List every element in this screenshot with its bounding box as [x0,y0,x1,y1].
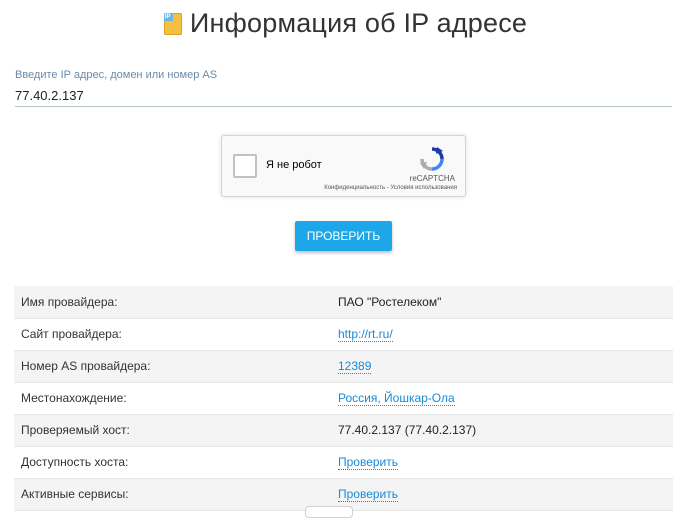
info-value-link[interactable]: 12389 [338,359,372,374]
info-value-link[interactable]: Россия, Йошкар-Ола [338,391,455,406]
recaptcha-logo-icon [420,147,444,171]
table-row: Местонахождение: Россия, Йошкар-Ола [14,382,673,415]
info-value-link[interactable]: Проверить [338,455,399,470]
info-value-link[interactable]: Проверить [338,487,399,502]
recaptcha-label: Я не робот [266,159,322,171]
table-row: Проверяемый хост: 77.40.2.137 (77.40.2.13… [14,414,673,447]
recaptcha-brand: reCAPTCHA [409,174,455,183]
info-key: Местонахождение: [14,382,338,415]
recaptcha-widget: Я не робот reCAPTCHA Конфиденциальность … [221,135,466,197]
info-value: 77.40.2.137 (77.40.2.137) [338,423,477,437]
info-key: Сайт провайдера: [14,318,338,351]
ip-info-table: Имя провайдера: ПАО "Ростелеком" Сайт пров… [14,286,673,511]
ip-input[interactable] [15,86,672,107]
ip-document-icon: IP [162,11,184,37]
table-row: Имя провайдера: ПАО "Ростелеком" [14,286,673,319]
info-value-cell: 12389 [338,350,673,383]
info-value-cell: 77.40.2.137 (77.40.2.137) [338,414,673,447]
info-key: Активные сервисы: [14,478,338,511]
info-key: Проверяемый хост: [14,414,338,447]
table-row: Номер AS провайдера: 12389 [14,350,673,383]
info-value-cell: Россия, Йошкар-Ола [338,382,673,415]
page-title: Информация об IP адресе [189,8,528,38]
table-row: Сайт провайдера: http://rt.ru/ [14,318,673,351]
recaptcha-checkbox[interactable] [233,154,257,178]
info-key: Номер AS провайдера: [14,350,338,383]
info-value-cell: Проверить [338,446,673,479]
title-wrap: IP Информация об IP адресе [162,8,527,39]
ip-icon-text: IP [164,13,171,20]
page-header: IP Информация об IP адресе [0,8,689,42]
info-key: Имя провайдера: [14,286,338,319]
info-value-cell: http://rt.ru/ [338,318,673,351]
info-value-cell: ПАО "Ростелеком" [338,286,673,319]
scroll-handle[interactable] [305,506,353,518]
info-value-cell: Проверить [338,478,673,511]
table-row: Доступность хоста: Проверить [14,446,673,479]
info-value: ПАО "Ростелеком" [338,294,442,309]
ip-input-label: Введите IP адрес, домен или номер AS [15,69,218,81]
info-value-link[interactable]: http://rt.ru/ [338,327,393,342]
check-button[interactable]: ПРОВЕРИТЬ [295,221,392,251]
info-key: Доступность хоста: [14,446,338,479]
recaptcha-links[interactable]: Конфиденциальность - Условия использован… [324,185,457,191]
